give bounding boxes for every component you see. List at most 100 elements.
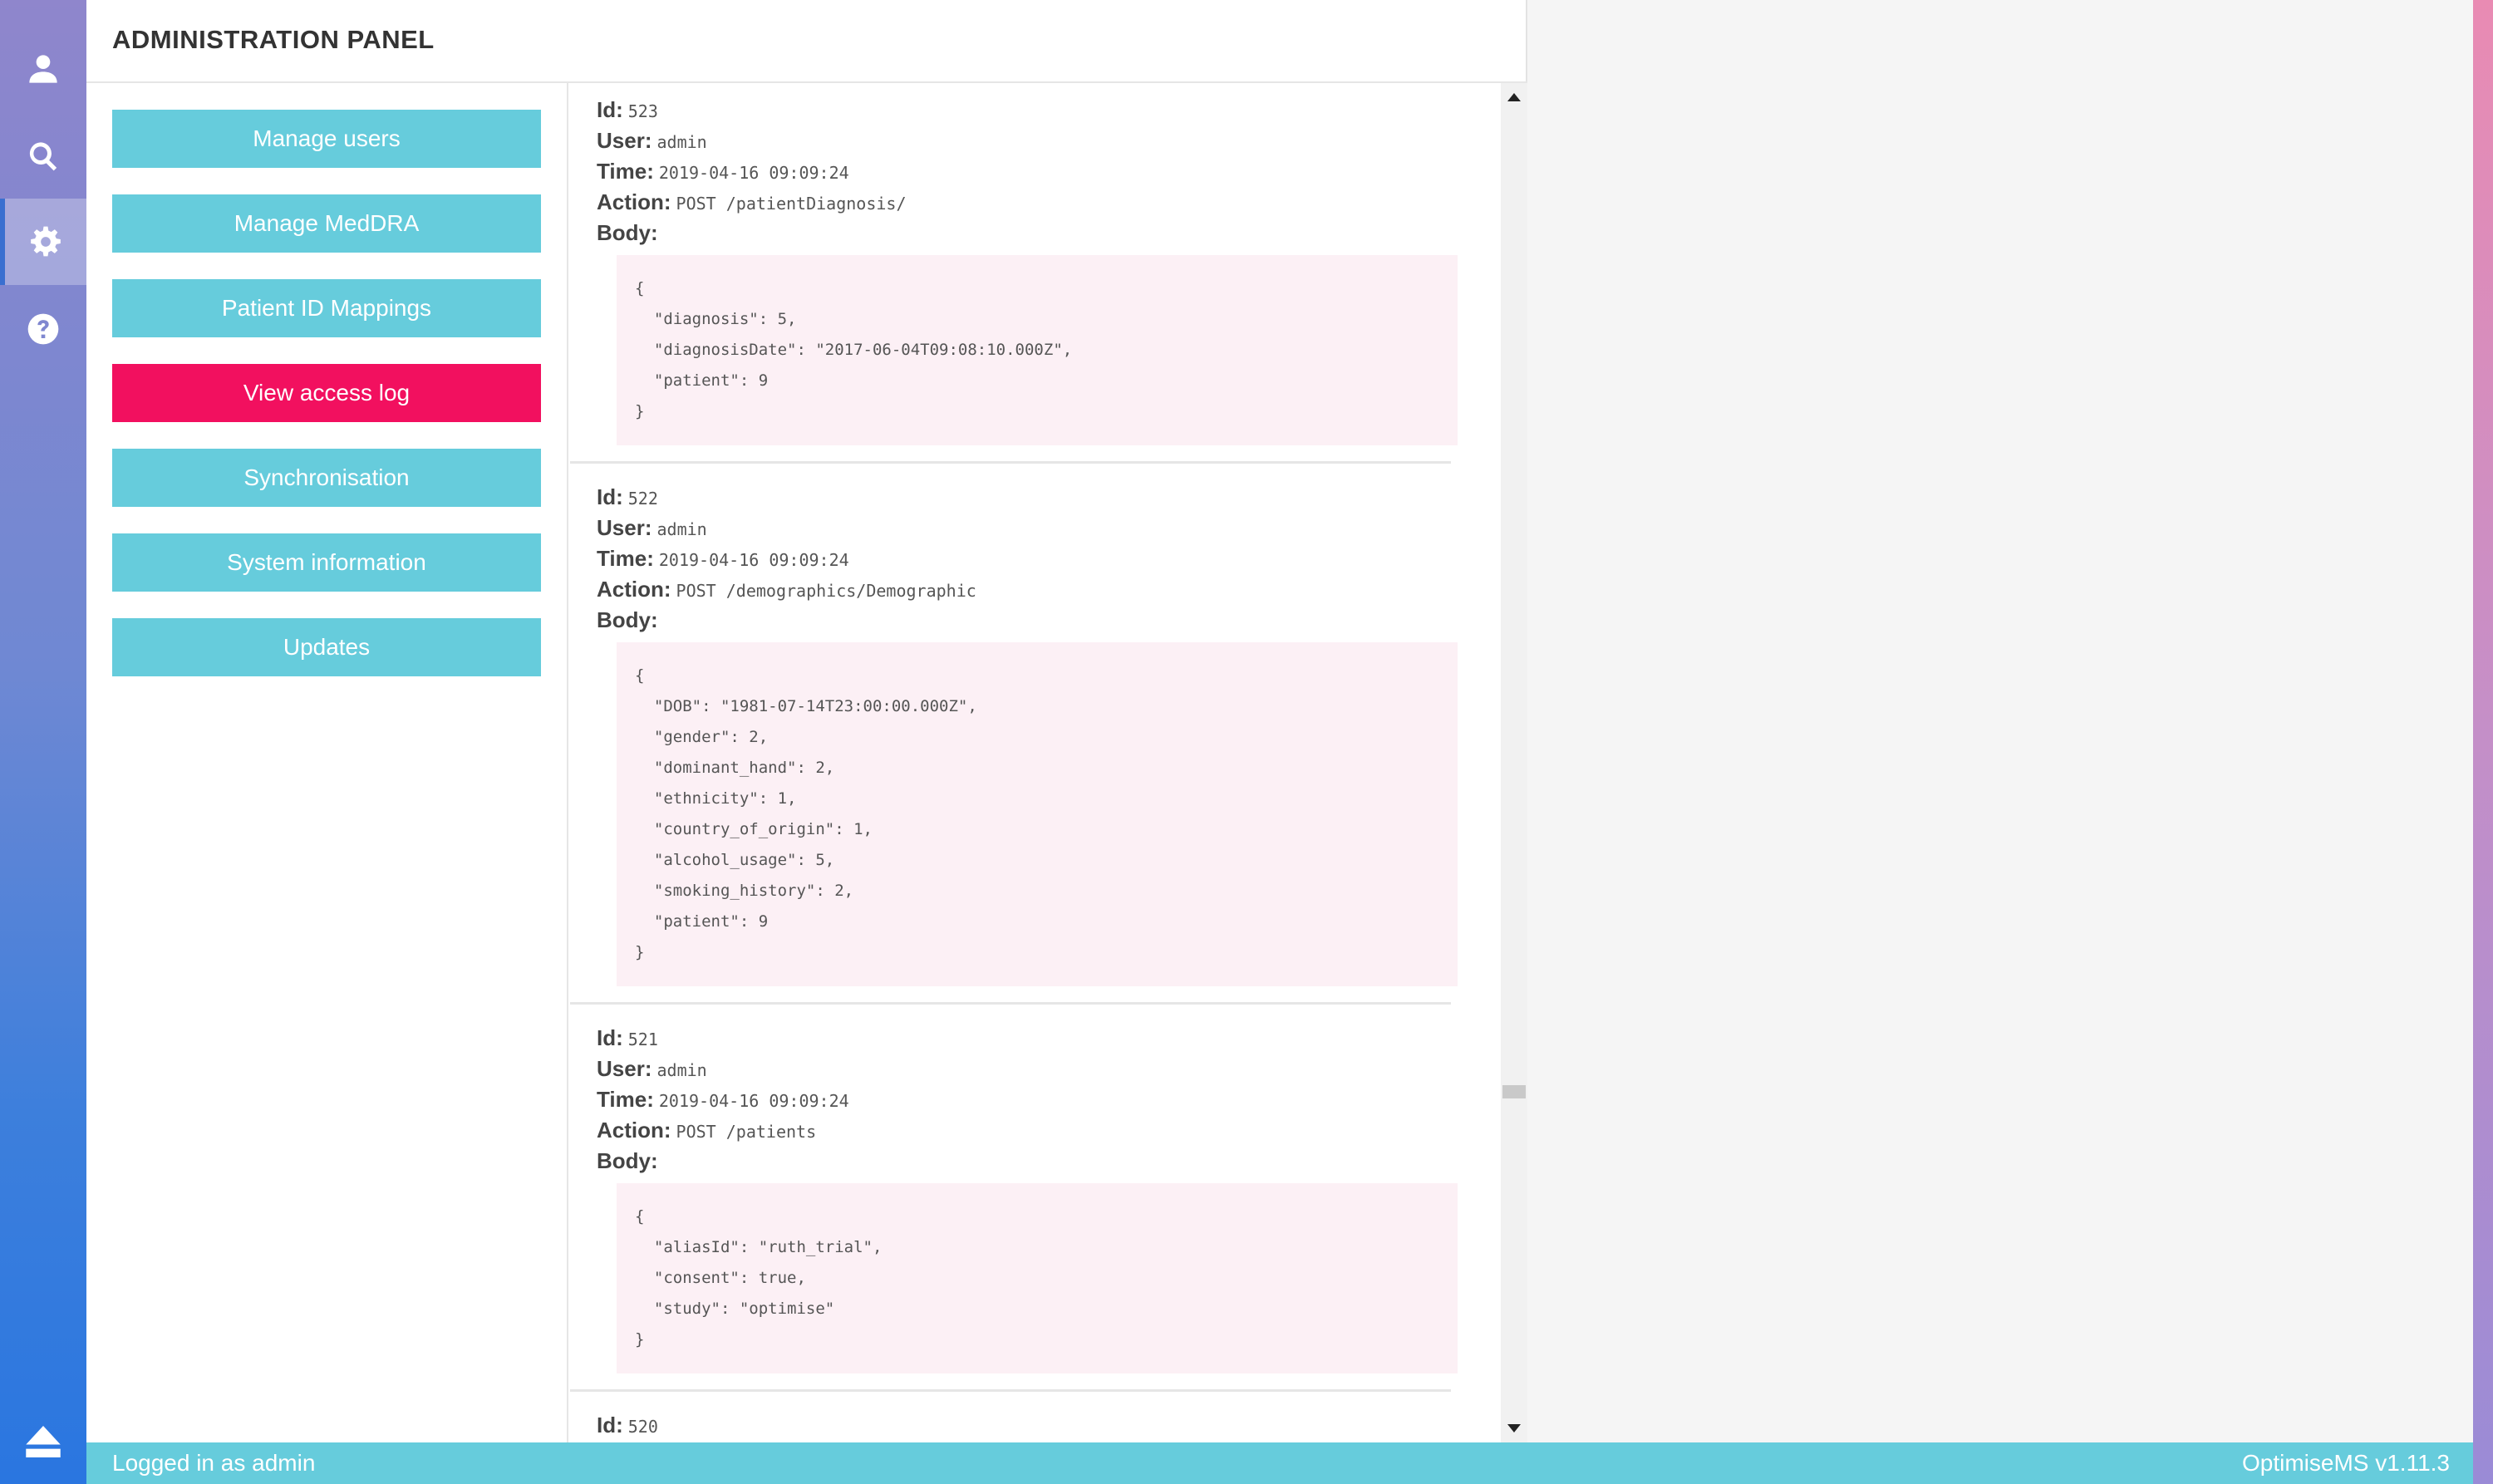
body-line: "patient": 9 (635, 912, 769, 931)
time-value: 2019-04-16 09:09:24 (658, 550, 849, 570)
action-label: Action: (597, 577, 671, 602)
body-line: } (635, 943, 645, 961)
log-id: Id: 522 (597, 482, 1478, 513)
body-line: "diagnosisDate": "2017-06-04T09:08:10.00… (635, 341, 1073, 359)
id-value: 520 (627, 1417, 658, 1437)
log-entry: Id: 521 User: admin Time: 2019-04-16 09:09:… (597, 1023, 1478, 1373)
system-information-button[interactable]: System information (112, 533, 541, 592)
access-log-list[interactable]: Id: 523 User: admin Time: 2019-04-16 09:09:… (570, 83, 1501, 1442)
action-label: Action: (597, 1118, 671, 1142)
log-id: Id: 523 (597, 95, 1478, 125)
time-label: Time: (597, 1087, 654, 1112)
action-label: Action: (597, 189, 671, 214)
page-title: ADMINISTRATION PANEL (112, 25, 435, 54)
login-status: Logged in as admin (112, 1450, 316, 1476)
log-body: { "DOB": "1981-07-14T23:00:00.000Z", "ge… (617, 642, 1458, 986)
nav-search[interactable] (0, 113, 86, 199)
synchronisation-button[interactable]: Synchronisation (112, 449, 541, 507)
time-label: Time: (597, 159, 654, 184)
help-icon (27, 313, 59, 345)
body-label: Body: (597, 1148, 658, 1173)
user-label: User: (597, 128, 652, 153)
panel-header: ADMINISTRATION PANEL (86, 0, 1527, 83)
gear-icon (31, 226, 61, 257)
log-scrollbar[interactable] (1501, 83, 1527, 1442)
body-line: { (635, 279, 645, 297)
body-line: { (635, 666, 645, 685)
body-line: "country_of_origin": 1, (635, 820, 873, 838)
eject-icon (26, 1426, 61, 1457)
manage-meddra-button[interactable]: Manage MedDRA (112, 194, 541, 253)
scroll-thumb[interactable] (1502, 1085, 1526, 1098)
manage-users-button[interactable]: Manage users (112, 110, 541, 168)
log-time: Time: 2019-04-16 09:09:24 (597, 1084, 1478, 1115)
scroll-down-arrow-icon[interactable] (1507, 1424, 1521, 1432)
body-line: "ethnicity": 1, (635, 789, 797, 808)
body-line: "dominant_hand": 2, (635, 759, 835, 777)
entry-divider (570, 461, 1451, 464)
body-line: "diagnosis": 5, (635, 310, 797, 328)
body-label: Body: (597, 220, 658, 245)
log-user: User: admin (597, 513, 1478, 543)
body-line: "patient": 9 (635, 371, 769, 390)
log-id: Id: 521 (597, 1023, 1478, 1054)
body-line: } (635, 402, 645, 420)
app-version: OptimiseMS v1.11.3 (2241, 1450, 2450, 1476)
log-action: Action: POST /demographics/Demographic (597, 574, 1478, 605)
entry-divider (570, 1002, 1451, 1005)
body-label: Body: (597, 607, 658, 632)
view-access-log-button[interactable]: View access log (112, 364, 541, 422)
body-line: "study": "optimise" (635, 1300, 835, 1318)
log-body-label: Body: (597, 218, 1478, 248)
logout-button[interactable] (0, 1413, 86, 1471)
action-value: POST /demographics/Demographic (676, 581, 976, 601)
body-line: "gender": 2, (635, 728, 769, 746)
admin-menu: Manage users Manage MedDRA Patient ID Ma… (86, 83, 568, 1442)
body-line: "DOB": "1981-07-14T23:00:00.000Z", (635, 697, 977, 715)
user-value: admin (656, 132, 707, 152)
action-value: POST /patients (676, 1122, 817, 1142)
updates-button[interactable]: Updates (112, 618, 541, 676)
time-value: 2019-04-16 09:09:24 (658, 163, 849, 183)
id-value: 522 (627, 489, 658, 509)
log-id: Id: 520 (597, 1410, 1478, 1441)
body-line: "smoking_history": 2, (635, 882, 854, 900)
admin-panel: ADMINISTRATION PANEL Manage users Manage… (86, 0, 1527, 1442)
id-label: Id: (597, 484, 623, 509)
log-body: { "aliasId": "ruth_trial", "consent": tr… (617, 1183, 1458, 1373)
decorative-edge (2473, 0, 2493, 1484)
log-body-label: Body: (597, 1146, 1478, 1177)
scroll-up-arrow-icon[interactable] (1507, 93, 1521, 101)
log-entry: Id: 520 (597, 1410, 1478, 1441)
nav-users[interactable] (0, 26, 86, 112)
log-action: Action: POST /patientDiagnosis/ (597, 187, 1478, 218)
user-icon (29, 55, 57, 83)
status-bar: Logged in as admin OptimiseMS v1.11.3 (86, 1442, 2473, 1484)
body-line: } (635, 1330, 645, 1349)
time-value: 2019-04-16 09:09:24 (658, 1091, 849, 1111)
log-time: Time: 2019-04-16 09:09:24 (597, 156, 1478, 187)
log-body-label: Body: (597, 605, 1478, 636)
nav-help[interactable] (0, 286, 86, 372)
nav-admin[interactable] (0, 199, 86, 285)
body-line: "alcohol_usage": 5, (635, 851, 835, 869)
log-time: Time: 2019-04-16 09:09:24 (597, 543, 1478, 574)
log-action: Action: POST /patients (597, 1115, 1478, 1146)
action-value: POST /patientDiagnosis/ (676, 194, 907, 214)
log-user: User: admin (597, 125, 1478, 156)
user-label: User: (597, 1056, 652, 1081)
id-value: 523 (627, 101, 658, 121)
patient-id-mappings-button[interactable]: Patient ID Mappings (112, 279, 541, 337)
body-line: "consent": true, (635, 1269, 806, 1287)
user-value: admin (656, 1060, 707, 1080)
id-label: Id: (597, 1413, 623, 1437)
time-label: Time: (597, 546, 654, 571)
user-label: User: (597, 515, 652, 540)
body-line: "aliasId": "ruth_trial", (635, 1238, 883, 1256)
search-icon (29, 142, 57, 171)
icon-sidebar (0, 0, 86, 1484)
body-line: { (635, 1207, 645, 1226)
id-value: 521 (627, 1029, 658, 1049)
log-body: { "diagnosis": 5, "diagnosisDate": "2017… (617, 255, 1458, 445)
log-entry: Id: 523 User: admin Time: 2019-04-16 09:09:… (597, 95, 1478, 445)
